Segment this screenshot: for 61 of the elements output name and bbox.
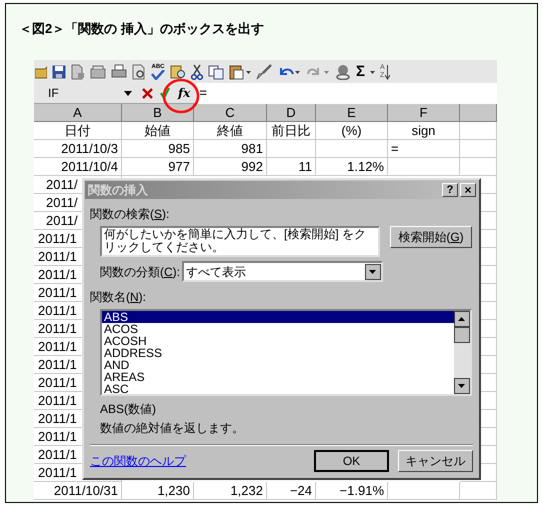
scroll-down-icon[interactable]	[454, 378, 470, 394]
autosum-button[interactable]: Σ	[356, 64, 366, 79]
column-title-cell: 前日比	[267, 122, 316, 140]
table-cell: 1.12%	[316, 158, 388, 176]
printer-icon[interactable]	[111, 64, 127, 80]
cancel-icon[interactable]	[142, 88, 153, 98]
scrollbar[interactable]	[454, 311, 470, 394]
help-button[interactable]: ?	[442, 183, 458, 197]
table-cell	[460, 140, 497, 158]
table-cell: 2011/10/3	[34, 140, 122, 158]
table-cell: 992	[194, 158, 267, 176]
column-title-cell: (%)	[316, 122, 388, 140]
function-list-item[interactable]: ABS	[102, 311, 454, 323]
dropdown-arrow-icon[interactable]	[124, 90, 132, 96]
table-cell: 1,230	[122, 482, 194, 500]
table-cell	[460, 158, 497, 176]
table-cell	[267, 140, 316, 158]
table-cell: −24	[267, 482, 316, 500]
column-header[interactable]: C	[194, 104, 267, 122]
brush-icon[interactable]	[256, 64, 272, 80]
copy-icon[interactable]	[208, 64, 224, 80]
column-header[interactable]: D	[267, 104, 316, 122]
scroll-up-icon[interactable]	[454, 311, 470, 327]
formula-field[interactable]: =	[196, 82, 497, 104]
table-cell	[316, 140, 388, 158]
figure-heading: ＜図2＞「関数の 挿入」のボックスを出す	[19, 20, 264, 38]
column-title-cell: sign	[388, 122, 460, 140]
column-header[interactable]: B	[122, 104, 194, 122]
table-cell: 2011/10/4	[34, 158, 122, 176]
ok-button[interactable]: OK	[314, 450, 389, 472]
cancel-button[interactable]: キャンセル	[398, 450, 473, 472]
table-cell: 2011/10/31	[34, 482, 122, 500]
scissors-icon[interactable]	[191, 64, 203, 80]
column-title-cell: 終値	[194, 122, 267, 140]
column-title-cell: 日付	[34, 122, 122, 140]
category-dropdown[interactable]: すべて表示	[182, 261, 384, 282]
close-button[interactable]: ×	[460, 183, 476, 197]
table-cell: 11	[267, 158, 316, 176]
table-cell	[388, 158, 460, 176]
table-cell	[460, 482, 497, 500]
table-cell	[388, 482, 460, 500]
table-cell	[460, 122, 497, 140]
search-button[interactable]: 検索開始(G)	[390, 226, 472, 248]
table-cell: =	[388, 140, 460, 158]
table-cell: 985	[122, 140, 194, 158]
book-magnifier-icon[interactable]	[170, 64, 186, 80]
preview-icon[interactable]	[132, 64, 146, 80]
search-field[interactable]: 何がしたいかを簡単に入力して、[検索開始] をクリックしてください。	[100, 226, 380, 257]
paste-icon[interactable]	[229, 64, 251, 80]
table-cell: 1,232	[194, 482, 267, 500]
table-cell: 977	[122, 158, 194, 176]
table-cell: 981	[194, 140, 267, 158]
scroll-thumb[interactable]	[454, 327, 470, 343]
column-title-cell: 始値	[122, 122, 194, 140]
save-icon[interactable]	[52, 64, 66, 80]
column-header[interactable]: E	[316, 104, 388, 122]
folder-icon[interactable]	[35, 64, 47, 80]
check-icon[interactable]	[160, 87, 170, 99]
column-header[interactable]: A	[34, 104, 122, 122]
table-cell: −1.91%	[316, 482, 388, 500]
column-header[interactable]: F	[388, 104, 460, 122]
